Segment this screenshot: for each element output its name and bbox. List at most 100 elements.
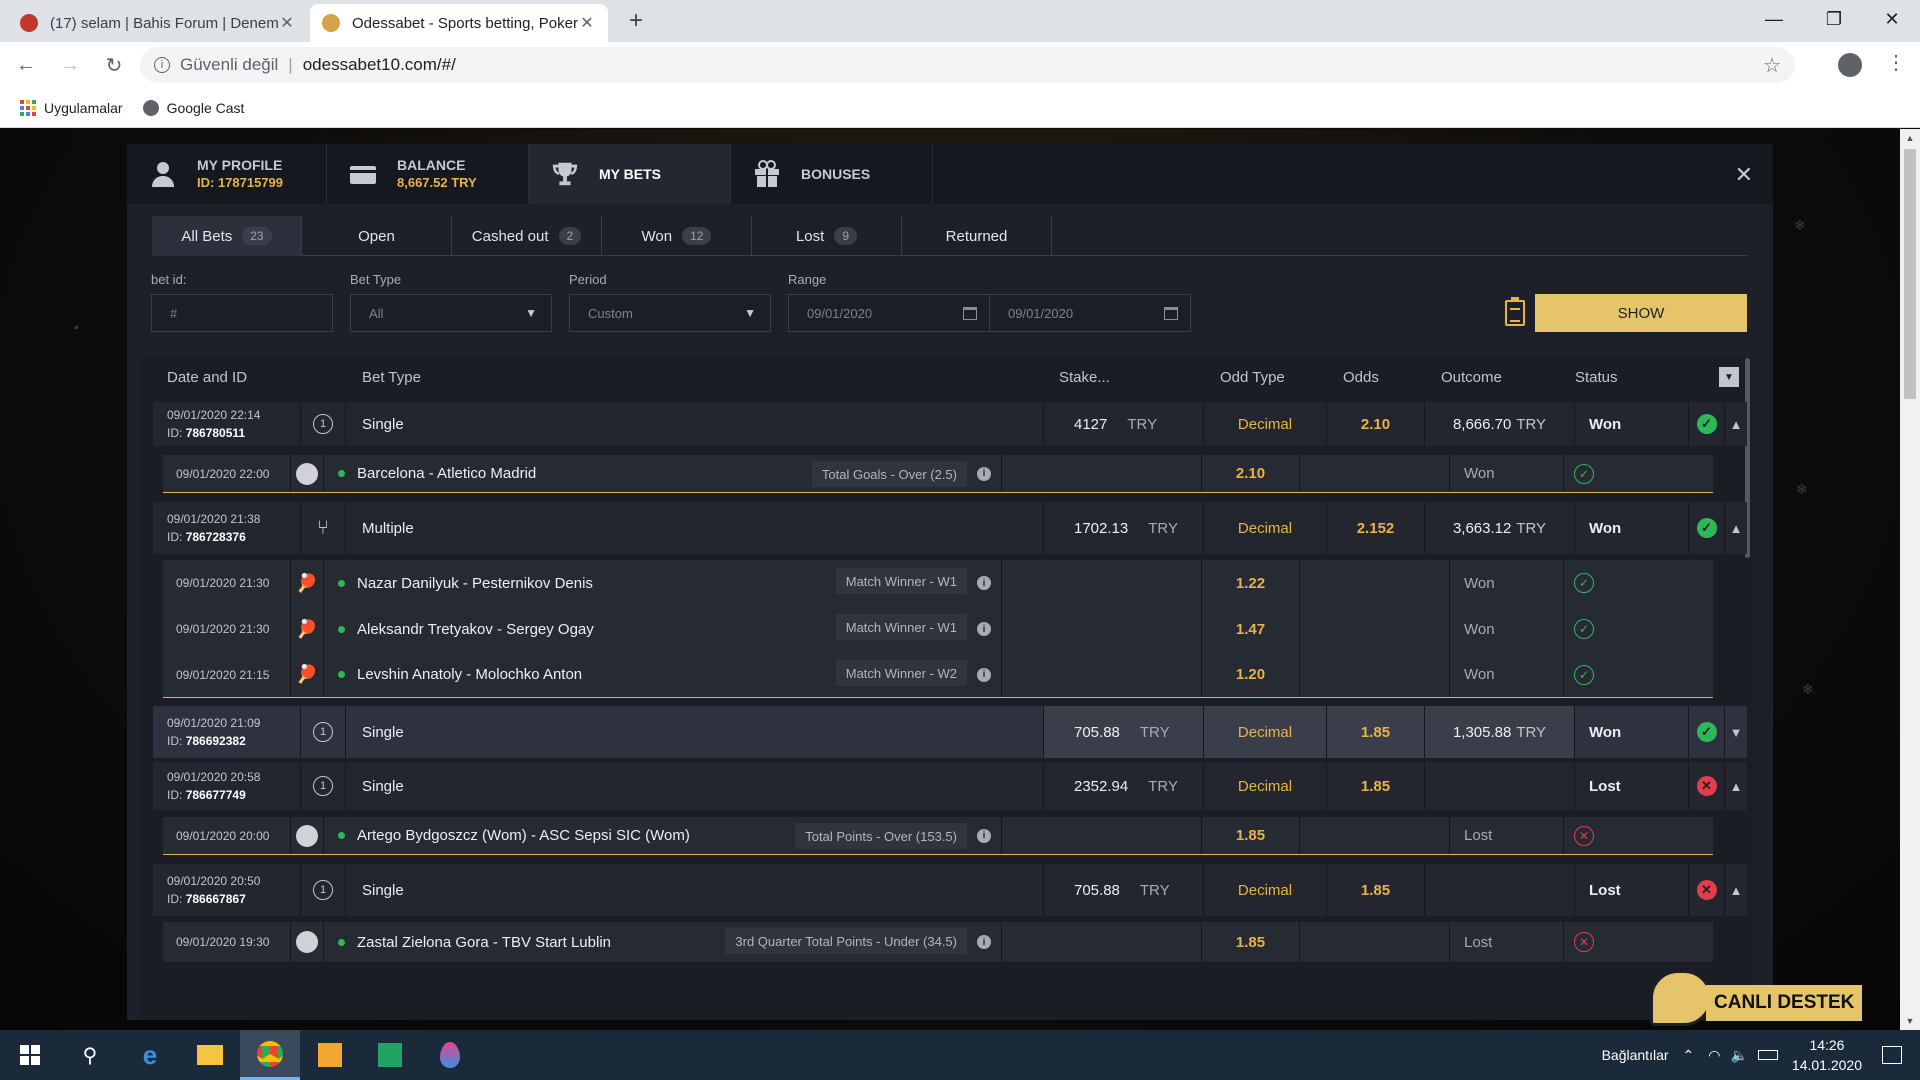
minimize-window-button[interactable]: — [1744, 0, 1804, 38]
scrollbar-thumb[interactable] [1904, 149, 1916, 399]
selection-match: Artego Bydgoszcz (Wom) - ASC Sepsi SIC (… [324, 817, 1002, 854]
live-dot-icon [338, 579, 345, 587]
excel-icon[interactable] [360, 1030, 420, 1080]
bet-type: Multiple [346, 502, 1044, 554]
info-icon[interactable]: i [977, 667, 991, 682]
filter-tab-lost[interactable]: Lost 9 [752, 216, 902, 256]
info-icon[interactable]: i [977, 576, 991, 590]
bet-type-select[interactable]: All ▼ [350, 294, 552, 332]
multiple-bet-icon: ⑂ [301, 502, 346, 554]
info-icon[interactable]: i [154, 57, 170, 73]
tab-balance[interactable]: BALANCE 8,667.52 TRY [327, 144, 529, 204]
range-to-input[interactable]: 09/01/2020 [989, 294, 1191, 332]
bets-table: Date and ID Bet Type Stake... Odd Type O… [141, 356, 1753, 1020]
close-modal-icon[interactable]: ✕ [1735, 162, 1753, 188]
odds-value: 1.85 [1327, 762, 1425, 810]
page-scrollbar[interactable]: ▲ ▼ [1900, 129, 1920, 1030]
filter-tab-won[interactable]: Won 12 [602, 216, 752, 256]
system-tray: Bağlantılar ⌃ ◠ 🔈 14:26 14.01.2020 [1602, 1030, 1920, 1080]
selection-match: Aleksandr Tretyakov - Sergey Ogay Match W… [324, 606, 1002, 652]
windows-start-icon[interactable] [0, 1030, 60, 1080]
calendar-icon[interactable] [963, 306, 977, 320]
profile-id: ID: 178715799 [197, 175, 284, 190]
calendar-icon[interactable] [1164, 306, 1178, 320]
filter-tab-all-bets[interactable]: All Bets 23 [152, 216, 302, 256]
empty-cell [1002, 817, 1202, 854]
bookmark-apps[interactable]: Uygulamalar [20, 99, 123, 116]
search-icon[interactable]: ⚲ [60, 1030, 120, 1080]
volume-icon[interactable]: 🔈 [1730, 1047, 1747, 1064]
gift-icon [753, 160, 781, 187]
filter-dropdown-icon[interactable]: ▼ [1719, 367, 1739, 387]
bet-row[interactable]: 09/01/2020 22:14 ID: 786780511 1 Single 4… [153, 402, 1747, 446]
bet-row[interactable]: 09/01/2020 21:38 ID: 786728376 ⑂ Multiple… [153, 502, 1747, 554]
back-arrow-icon[interactable]: ← [8, 47, 44, 83]
bet-id-placeholder: # [170, 305, 178, 321]
live-dot-icon [338, 832, 345, 839]
bet-id: 786692382 [185, 734, 246, 748]
address-bar[interactable]: i Güvenli değil | odessabet10.com/#/ ☆ [140, 47, 1795, 83]
clipboard-icon[interactable] [1505, 297, 1525, 326]
network-label[interactable]: Bağlantılar [1602, 1047, 1669, 1063]
browser-menu-icon[interactable]: ⋮ [1886, 50, 1906, 75]
browser-tab-bahis-forum[interactable]: (17) selam | Bahis Forum | Deneme ✕ [8, 4, 308, 42]
filter-tab-open[interactable]: Open [302, 216, 452, 256]
profile-avatar-icon[interactable] [1838, 53, 1862, 77]
collapse-chevron-icon[interactable]: ▲ [1725, 502, 1747, 554]
tab-my-profile[interactable]: MY PROFILE ID: 178715799 [127, 144, 327, 204]
edge-browser-icon[interactable]: e [120, 1030, 180, 1080]
new-tab-button[interactable]: + [622, 4, 650, 38]
bookmark-google-cast[interactable]: Google Cast [142, 99, 244, 116]
filter-tab-returned[interactable]: Returned [902, 216, 1052, 256]
scroll-up-icon[interactable]: ▲ [1900, 129, 1920, 147]
show-button[interactable]: SHOW [1535, 294, 1747, 332]
info-icon[interactable]: i [977, 466, 991, 481]
info-icon[interactable]: i [977, 622, 991, 636]
tab-bonuses[interactable]: BONUSES [731, 144, 933, 204]
close-tab-icon[interactable]: ✕ [278, 13, 296, 33]
filter-label: Lost [795, 227, 825, 245]
scroll-down-icon[interactable]: ▼ [1900, 1012, 1920, 1030]
tab-my-bets[interactable]: MY BETS [529, 144, 731, 204]
chevron-up-icon[interactable]: ⌃ [1683, 1047, 1695, 1064]
bet-row[interactable]: 09/01/2020 20:58 ID: 786677749 1 Single 2… [153, 762, 1747, 810]
expand-chevron-icon[interactable]: ▼ [1725, 706, 1747, 758]
chrome-browser-icon[interactable] [240, 1030, 300, 1080]
browser-tab-odessabet[interactable]: Odessabet - Sports betting, Poker ✕ [310, 4, 608, 42]
filter-label: Cashed out [471, 227, 549, 245]
outlook-icon[interactable] [300, 1030, 360, 1080]
collapse-chevron-icon[interactable]: ▲ [1725, 402, 1747, 446]
live-support-button[interactable]: CANLI DESTEK [1650, 970, 1874, 1026]
collapse-chevron-icon[interactable]: ▲ [1725, 762, 1747, 810]
info-icon[interactable]: i [977, 935, 991, 949]
bookmark-star-icon[interactable]: ☆ [1763, 53, 1781, 78]
range-from-input[interactable]: 09/01/2020 [788, 294, 990, 332]
url-text: odessabet10.com/#/ [302, 55, 456, 74]
info-icon[interactable]: i [977, 828, 991, 843]
restore-window-button[interactable]: ❐ [1804, 0, 1864, 38]
close-window-button[interactable]: ✕ [1862, 0, 1920, 38]
paint-3d-icon[interactable] [420, 1030, 480, 1080]
close-tab-icon[interactable]: ✕ [578, 13, 596, 33]
odds-value: 1.85 [1327, 864, 1425, 916]
forward-arrow-icon[interactable]: → [52, 47, 88, 83]
column-header-odd-type: Odd Type [1220, 368, 1285, 386]
file-explorer-icon[interactable] [180, 1030, 240, 1080]
collapse-chevron-icon[interactable]: ▲ [1725, 864, 1747, 916]
clock[interactable]: 14:26 14.01.2020 [1792, 1035, 1862, 1075]
filter-tab-cashed-out[interactable]: Cashed out 2 [452, 216, 602, 256]
bet-id-prefix: ID: [167, 788, 183, 802]
notifications-icon[interactable] [1882, 1046, 1902, 1064]
battery-icon[interactable] [1757, 1050, 1778, 1060]
bet-row[interactable]: 09/01/2020 21:09 ID: 786692382 1 Single 7… [153, 706, 1747, 758]
bet-row[interactable]: 09/01/2020 20:50 ID: 786667867 1 Single 7… [153, 864, 1747, 916]
windows-taskbar: ⚲ e Bağlantılar ⌃ ◠ 🔈 14:26 14.01.2020 [0, 1030, 1920, 1080]
wifi-icon[interactable]: ◠ [1708, 1047, 1720, 1064]
bet-id-input[interactable]: # [151, 294, 333, 332]
bet-date: 09/01/2020 20:58 [167, 770, 261, 784]
column-header-outcome: Outcome [1441, 368, 1502, 386]
single-bet-icon: 1 [301, 706, 346, 758]
odd-type: Decimal [1204, 762, 1327, 810]
reload-icon[interactable]: ↻ [96, 47, 132, 83]
period-select[interactable]: Custom ▼ [569, 294, 771, 332]
